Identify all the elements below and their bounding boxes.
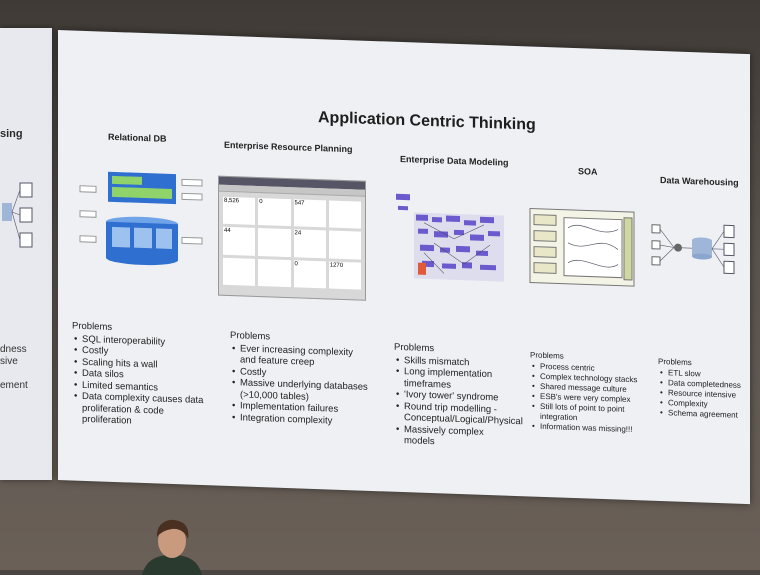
problems-enterprise-data-modeling: Problems Skills mismatch Long implementa… xyxy=(394,342,523,451)
column-title-relational-db: Relational DB xyxy=(108,131,167,144)
erp-tile: 8,526 xyxy=(223,196,256,226)
erp-tile xyxy=(223,257,256,286)
erp-tile xyxy=(258,258,291,288)
left-slide-diagram xyxy=(2,182,33,248)
column-title-soa: SOA xyxy=(578,166,598,177)
erp-screenshot: 8,526 0 547 44 24 0 1270 xyxy=(218,175,366,301)
erp-tile xyxy=(328,200,361,229)
erp-tile xyxy=(328,230,361,260)
left-slide-text-3: ement xyxy=(0,380,28,391)
column-title-enterprise-data-modeling: Enterprise Data Modeling xyxy=(400,153,509,168)
left-projection-screen: sing dness sive ement xyxy=(0,28,52,480)
problem-item: Schema agreement xyxy=(668,408,748,421)
erp-tile: 0 xyxy=(293,259,326,289)
erp-tile: 44 xyxy=(223,227,256,256)
problem-item: Data complexity causes data proliferatio… xyxy=(82,391,212,430)
presenter-figure xyxy=(142,519,202,575)
left-slide-title-fragment: sing xyxy=(0,128,23,140)
problems-erp: Problems Ever increasing complexity and … xyxy=(230,330,370,428)
main-projection-screen: Application Centric Thinking Relational … xyxy=(58,30,750,505)
erp-tile: 24 xyxy=(293,229,326,259)
erp-tile: 547 xyxy=(293,199,326,228)
problem-item: Information was missing!!! xyxy=(540,422,640,435)
relational-db-diagram xyxy=(79,171,203,266)
slide-title: Application Centric Thinking xyxy=(318,109,536,134)
problems-relational-db: Problems SQL interoperability Costly Sca… xyxy=(72,320,212,429)
erp-tile-grid: 8,526 0 547 44 24 0 1270 xyxy=(223,196,361,290)
problem-item: Massively complex models xyxy=(404,424,512,451)
left-slide-text-2: sive xyxy=(0,356,18,367)
column-title-data-warehousing: Data Warehousing xyxy=(660,175,739,188)
soa-diagram xyxy=(529,207,635,287)
erp-tile: 0 xyxy=(258,197,291,227)
problems-data-warehousing: Problems ETL slow Data completedness Res… xyxy=(658,357,748,421)
left-slide-text-1: dness xyxy=(0,344,27,355)
erp-tile: 1270 xyxy=(328,261,361,290)
problems-soa: Problems Process centric Complex technol… xyxy=(530,350,640,435)
data-model-diagram xyxy=(396,193,504,282)
erp-tile xyxy=(258,228,291,257)
column-title-erp: Enterprise Resource Planning xyxy=(224,139,353,155)
data-warehousing-diagram xyxy=(651,224,735,275)
